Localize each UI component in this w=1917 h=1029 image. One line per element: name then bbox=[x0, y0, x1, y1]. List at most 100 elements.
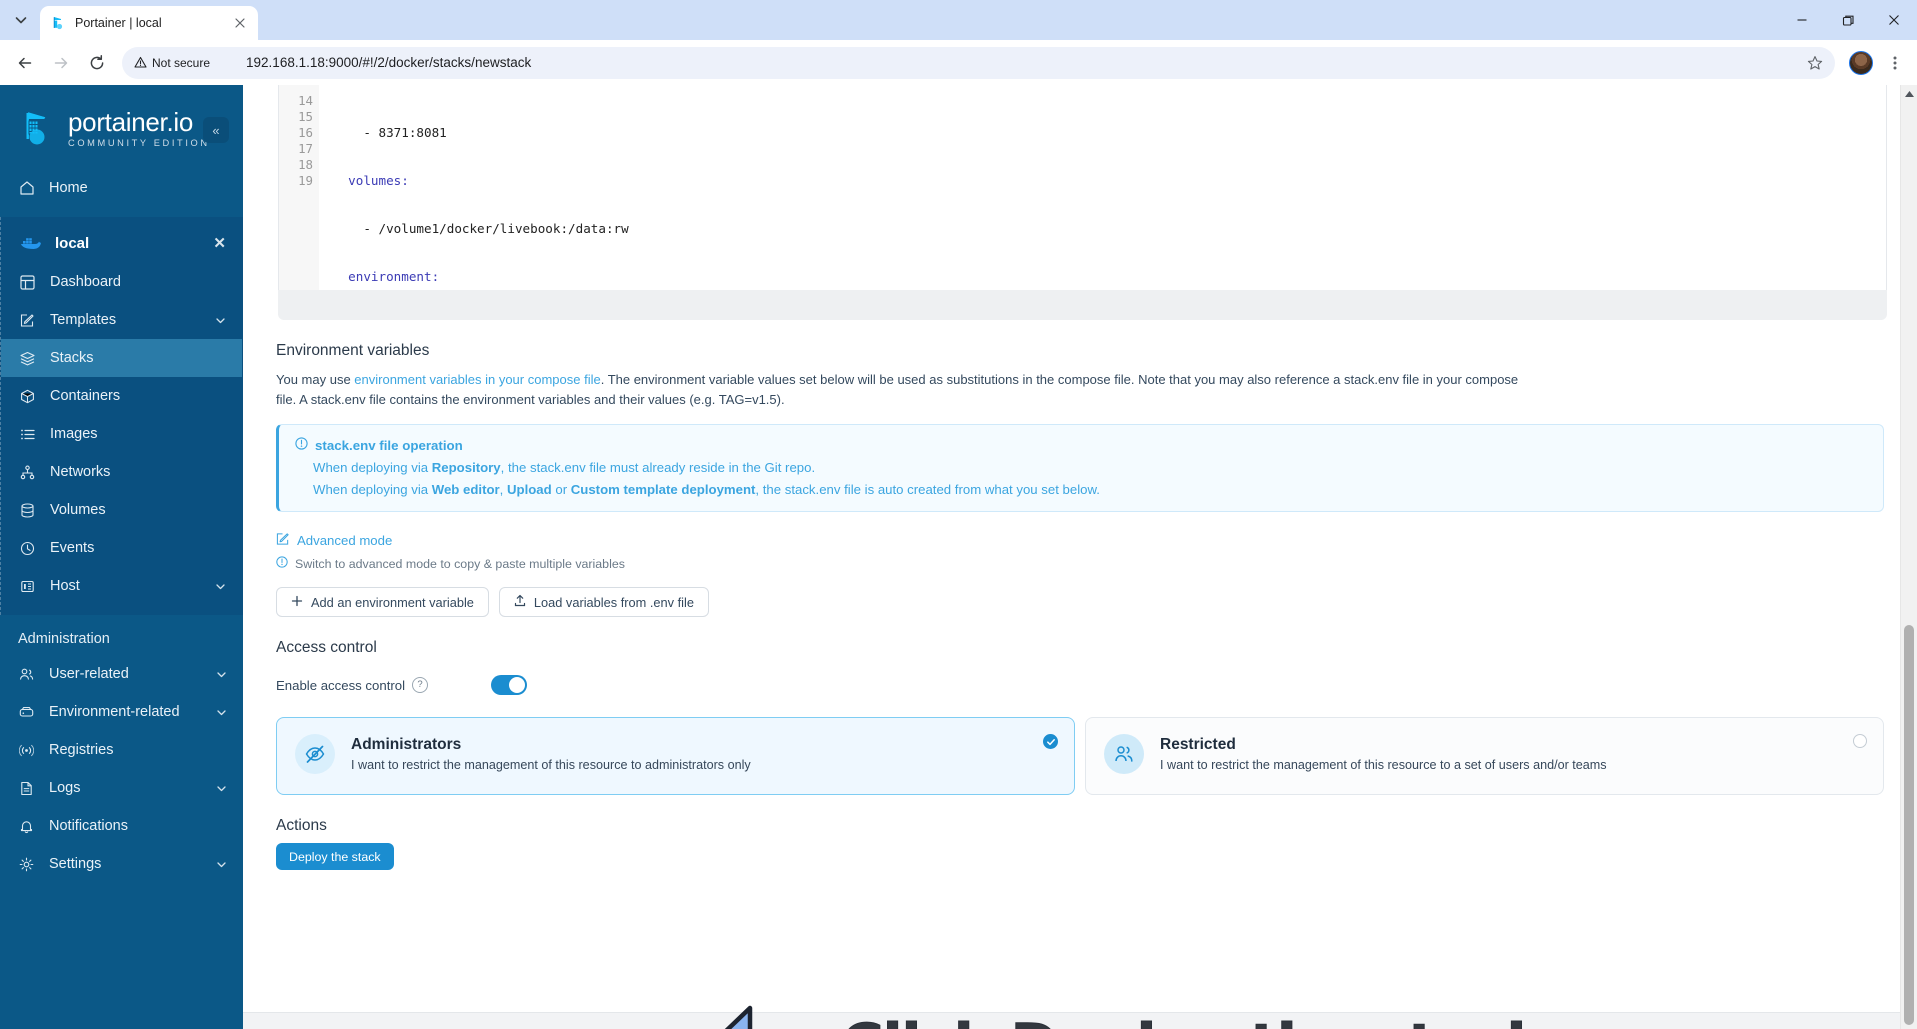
sidebar-item-home[interactable]: Home bbox=[0, 169, 243, 207]
access-option-administrators[interactable]: Administrators I want to restrict the ma… bbox=[276, 717, 1075, 795]
scrollbar-thumb[interactable] bbox=[1904, 625, 1914, 1025]
note-title: stack.env file operation bbox=[315, 437, 463, 453]
sidebar: portainer.io COMMUNITY EDITION « Home lo… bbox=[0, 85, 243, 1029]
compose-editor[interactable]: 14 15 16 17 18 19 - 8371:8081 volumes: -… bbox=[278, 85, 1887, 290]
enable-access-control-row: Enable access control ? bbox=[276, 675, 1887, 695]
page-scrollbar[interactable] bbox=[1900, 85, 1917, 1029]
compose-editor-wrapper: 14 15 16 17 18 19 - 8371:8081 volumes: -… bbox=[273, 85, 1887, 320]
reload-button[interactable] bbox=[80, 46, 114, 80]
bookmark-star-icon[interactable] bbox=[1801, 49, 1829, 77]
environment-variables-section: Environment variables You may use enviro… bbox=[243, 342, 1917, 617]
sidebar-item-user-related[interactable]: User-related bbox=[0, 655, 243, 693]
desc-part-1: You may use bbox=[276, 372, 355, 387]
chevron-down-icon[interactable] bbox=[216, 669, 227, 680]
events-icon bbox=[19, 540, 36, 557]
sidebar-item-label: Home bbox=[49, 180, 88, 196]
environment-variables-description: You may use environment variables in you… bbox=[276, 370, 1531, 410]
note-line-repository: When deploying via Repository, the stack… bbox=[295, 460, 1867, 475]
note-header: stack.env file operation bbox=[295, 437, 1867, 453]
tab-title: Portainer | local bbox=[75, 16, 162, 30]
add-environment-variable-label: Add an environment variable bbox=[311, 594, 474, 610]
advanced-mode-label: Advanced mode bbox=[297, 533, 393, 548]
portainer-logo[interactable]: portainer.io COMMUNITY EDITION « bbox=[0, 85, 243, 169]
sidebar-item-dashboard[interactable]: Dashboard bbox=[1, 263, 242, 301]
chevron-down-icon[interactable] bbox=[216, 707, 227, 718]
deploy-the-stack-button[interactable]: Deploy the stack bbox=[276, 843, 394, 870]
radio-selected-icon[interactable] bbox=[1043, 734, 1058, 749]
back-button[interactable] bbox=[8, 46, 42, 80]
sidebar-item-stacks[interactable]: Stacks bbox=[1, 339, 242, 377]
sidebar-item-logs[interactable]: Logs bbox=[0, 769, 243, 807]
sidebar-item-settings[interactable]: Settings bbox=[0, 845, 243, 883]
chevron-double-left-icon: « bbox=[212, 122, 220, 138]
maximize-restore-button[interactable] bbox=[1825, 0, 1871, 40]
chevron-down-icon[interactable] bbox=[216, 859, 227, 870]
browser-window: Portainer | local Not secure 192.168.1.1… bbox=[0, 0, 1917, 1029]
sidebar-item-containers[interactable]: Containers bbox=[1, 377, 242, 415]
close-window-button[interactable] bbox=[1871, 0, 1917, 40]
users-two-icon bbox=[1104, 734, 1144, 774]
registries-icon bbox=[18, 742, 35, 759]
eye-off-icon bbox=[295, 734, 335, 774]
section-title-environment-variables: Environment variables bbox=[276, 342, 430, 359]
gear-icon bbox=[18, 856, 35, 873]
close-icon[interactable]: ✕ bbox=[213, 234, 226, 252]
line-number: 18 bbox=[298, 157, 313, 172]
sidebar-collapse-button[interactable]: « bbox=[203, 117, 229, 143]
chevron-down-icon[interactable] bbox=[216, 783, 227, 794]
access-option-text: Administrators I want to restrict the ma… bbox=[351, 734, 751, 772]
load-env-file-button[interactable]: Load variables from .env file bbox=[498, 587, 709, 617]
access-option-restricted[interactable]: Restricted I want to restrict the manage… bbox=[1085, 717, 1884, 795]
sidebar-item-label: Volumes bbox=[50, 502, 106, 518]
sidebar-item-registries[interactable]: Registries bbox=[0, 731, 243, 769]
sidebar-item-label: Containers bbox=[50, 388, 121, 404]
browser-tab[interactable]: Portainer | local bbox=[40, 6, 258, 40]
close-icon[interactable] bbox=[232, 15, 248, 31]
sidebar-item-label: Stacks bbox=[50, 350, 94, 366]
line-number: 19 bbox=[298, 173, 313, 188]
users-icon bbox=[18, 666, 35, 683]
scroll-up-arrow-icon[interactable] bbox=[1901, 85, 1917, 102]
enable-access-control-toggle[interactable] bbox=[491, 675, 527, 695]
minimize-button[interactable] bbox=[1779, 0, 1825, 40]
sidebar-item-networks[interactable]: Networks bbox=[1, 453, 242, 491]
add-environment-variable-button[interactable]: Add an environment variable bbox=[276, 587, 489, 617]
tab-search-button[interactable] bbox=[4, 3, 38, 37]
environment-name: local bbox=[55, 234, 90, 252]
stacks-icon bbox=[19, 350, 36, 367]
note-text: , the stack.env file must already reside… bbox=[500, 460, 816, 475]
line-number: 17 bbox=[298, 141, 313, 156]
forward-button[interactable] bbox=[44, 46, 78, 80]
containers-icon bbox=[19, 388, 36, 405]
address-bar[interactable]: Not secure 192.168.1.18:9000/#!/2/docker… bbox=[122, 46, 1835, 79]
sidebar-item-notifications[interactable]: Notifications bbox=[0, 807, 243, 845]
sidebar-item-templates[interactable]: Templates bbox=[1, 301, 242, 339]
sidebar-item-volumes[interactable]: Volumes bbox=[1, 491, 242, 529]
line-number: 15 bbox=[298, 109, 313, 124]
advanced-mode-toggle[interactable]: Advanced mode bbox=[276, 532, 1887, 549]
sidebar-item-label: Logs bbox=[49, 780, 81, 796]
note-text: or bbox=[551, 482, 571, 497]
annotation-caption: Click Deploy the stack bbox=[840, 1011, 1545, 1029]
radio-unselected-icon[interactable] bbox=[1853, 734, 1867, 748]
avatar[interactable] bbox=[1849, 50, 1873, 75]
sidebar-item-events[interactable]: Events bbox=[1, 529, 242, 567]
access-option-text: Restricted I want to restrict the manage… bbox=[1160, 734, 1607, 772]
editor-code-area[interactable]: - 8371:8081 volumes: - /volume1/docker/l… bbox=[319, 85, 1886, 290]
chevron-down-icon[interactable] bbox=[215, 315, 226, 326]
compose-file-link[interactable]: environment variables in your compose fi… bbox=[354, 372, 600, 387]
chevron-down-icon[interactable] bbox=[215, 581, 226, 592]
sidebar-item-host[interactable]: Host bbox=[1, 567, 242, 605]
access-option-title: Restricted bbox=[1160, 736, 1236, 753]
sidebar-environment-local[interactable]: local ✕ bbox=[1, 223, 242, 263]
help-icon[interactable]: ? bbox=[412, 677, 429, 693]
sidebar-item-images[interactable]: Images bbox=[1, 415, 242, 453]
chrome-menu-icon[interactable] bbox=[1881, 49, 1909, 77]
portainer-logo-icon bbox=[26, 112, 46, 145]
not-secure-indicator[interactable]: Not secure bbox=[134, 56, 210, 70]
note-text: , bbox=[499, 482, 507, 497]
access-option-title: Administrators bbox=[351, 736, 462, 753]
code-line: environment: bbox=[348, 269, 440, 284]
environment-section: local ✕ Dashboard Templates Stacks Conta… bbox=[0, 217, 243, 615]
sidebar-item-environment-related[interactable]: Environment-related bbox=[0, 693, 243, 731]
